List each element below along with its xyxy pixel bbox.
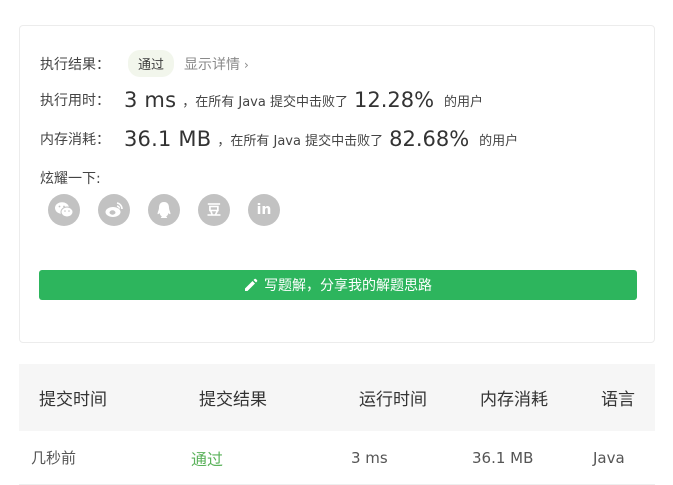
cell-runtime: 3 ms	[351, 448, 388, 467]
memory-label: 内存消耗：	[40, 132, 110, 148]
memory-value: 36.1 MB	[124, 127, 212, 151]
runtime-row: 执行用时： 3 ms ，在所有 Java 提交中击败了 12.28% 的用户	[40, 88, 483, 112]
show-details-link[interactable]: 显示详情 ›	[184, 54, 249, 74]
runtime-suffix: 的用户	[444, 94, 484, 110]
runtime-label: 执行用时：	[40, 93, 110, 109]
result-label: 执行结果：	[40, 56, 110, 73]
cell-memory: 36.1 MB	[472, 448, 534, 467]
runtime-beat-text: ，在所有 Java 提交中击败了	[182, 94, 348, 110]
status-badge: 通过	[128, 50, 175, 77]
cell-language: Java	[593, 448, 625, 467]
header-submit-time: 提交时间	[39, 390, 107, 410]
chevron-right-icon: ›	[244, 57, 249, 72]
share-icons: 豆 in	[48, 194, 298, 226]
show-details-label: 显示详情	[184, 56, 241, 73]
share-row: 炫耀一下:	[40, 168, 101, 188]
table-row: 几秒前 通过 3 ms 36.1 MB Java	[19, 431, 655, 485]
header-submit-result: 提交结果	[199, 390, 267, 410]
share-label: 炫耀一下:	[40, 171, 101, 187]
runtime-percent: 12.28%	[353, 88, 435, 112]
douban-glyph: 豆	[207, 203, 221, 219]
memory-suffix: 的用户	[479, 133, 519, 149]
weibo-icon[interactable]	[98, 194, 130, 226]
table-header: 提交时间 提交结果 运行时间 内存消耗 语言	[19, 364, 655, 431]
runtime-value: 3 ms	[124, 88, 177, 112]
header-memory: 内存消耗	[480, 390, 548, 410]
linkedin-glyph: in	[256, 202, 272, 218]
cell-submit-result-link[interactable]: 通过	[191, 446, 223, 470]
header-language: 语言	[601, 390, 635, 410]
write-solution-label: 写题解，分享我的解题思路	[264, 278, 432, 294]
memory-percent: 82.68%	[389, 127, 470, 151]
douban-icon[interactable]: 豆	[198, 194, 230, 226]
memory-beat-text: ，在所有 Java 提交中击败了	[217, 133, 384, 149]
wechat-icon[interactable]	[48, 194, 80, 226]
header-runtime: 运行时间	[359, 390, 427, 410]
pencil-icon	[244, 278, 258, 292]
memory-row: 内存消耗： 36.1 MB ，在所有 Java 提交中击败了 82.68% 的用…	[40, 127, 518, 151]
linkedin-icon[interactable]: in	[248, 194, 280, 226]
cell-submit-time: 几秒前	[31, 449, 77, 467]
submissions-table: 提交时间 提交结果 运行时间 内存消耗 语言 几秒前 通过 3 ms 36.1 …	[19, 364, 655, 485]
write-solution-button[interactable]: 写题解，分享我的解题思路	[39, 270, 637, 300]
result-row: 执行结果： 通过 显示详情 ›	[40, 50, 249, 77]
qq-icon[interactable]	[148, 194, 180, 226]
submission-result-card: 执行结果： 通过 显示详情 › 执行用时： 3 ms ，在所有 Java 提交中击…	[19, 25, 655, 343]
